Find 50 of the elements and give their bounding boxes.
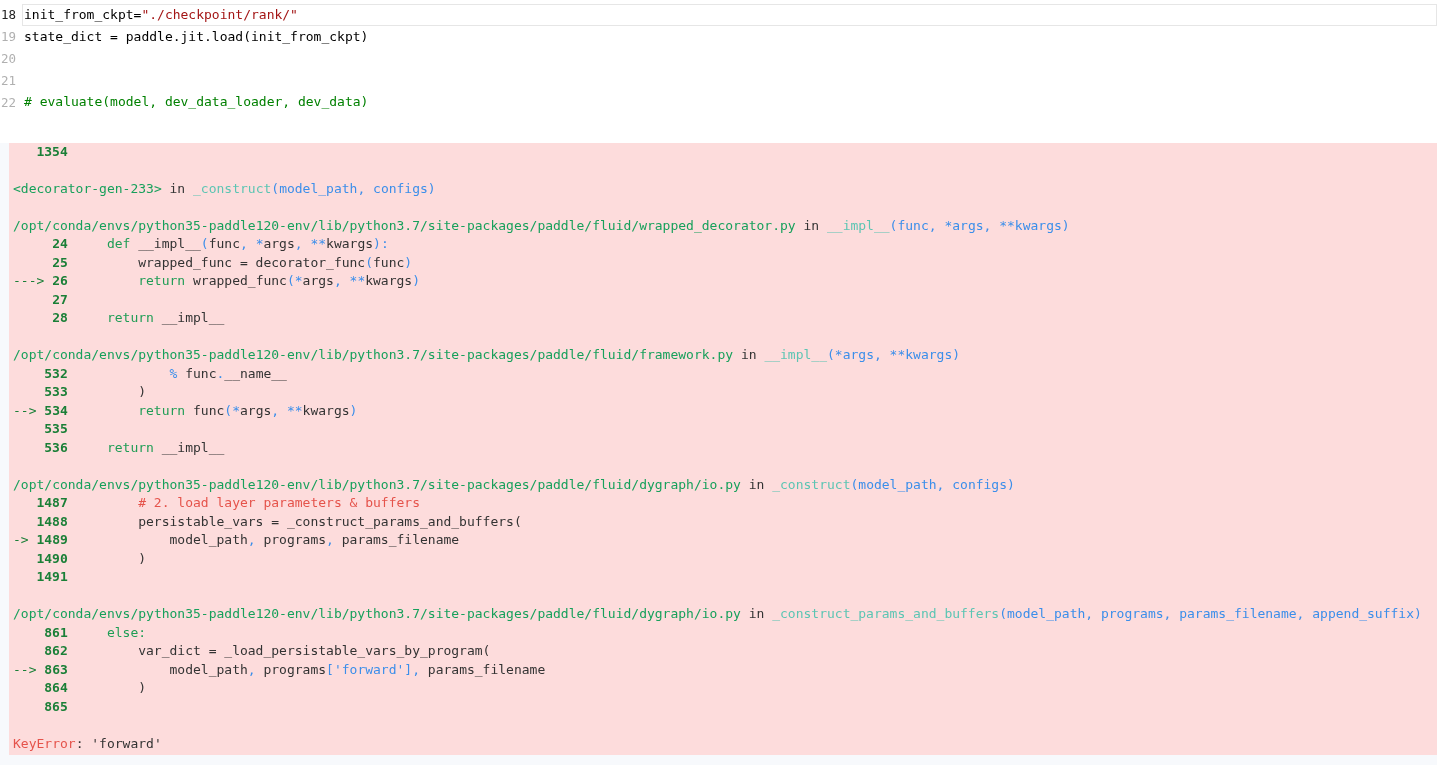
- traceback-header: /opt/conda/envs/python35-paddle120-env/lib/python3.7/site-packages/paddle/fluid/wrapped_decorator.py in __impl__(func, *args, **kwargs): [13, 217, 1070, 235]
- code-line: state_dict = paddle.jit.load(init_from_ckpt): [23, 27, 370, 46]
- line-number: 24: [51, 235, 68, 254]
- code-line: return func(*args, **kwargs): [137, 402, 358, 420]
- code-line: persistable_vars = _construct_params_and_buffers(: [137, 513, 522, 531]
- traceback-header: <decorator-gen-233> in _construct(model_path, configs): [13, 180, 436, 198]
- code-line: def __impl__(func, *args, **kwargs):: [105, 235, 389, 254]
- line-number: 1491: [35, 568, 68, 587]
- code-line: wrapped_func = decorator_func(func): [137, 254, 413, 272]
- line-number: ---> 26: [13, 272, 68, 291]
- line-number: 862: [43, 642, 68, 661]
- line-number: 21: [0, 72, 16, 88]
- line-number: 535: [43, 420, 68, 439]
- line-number: --> 863: [13, 661, 68, 679]
- code-line: else:: [105, 624, 147, 642]
- line-number: --> 534: [13, 402, 68, 420]
- line-number: 536: [43, 439, 68, 457]
- line-number: 25: [51, 254, 68, 272]
- code-line: return wrapped_func(*args, **kwargs): [137, 272, 420, 291]
- line-number: 19: [0, 29, 16, 45]
- line-number: 22: [0, 94, 16, 110]
- line-number: -> 1489: [13, 531, 68, 550]
- code-line: return __impl__: [105, 309, 225, 328]
- traceback-header: /opt/conda/envs/python35-paddle120-env/lib/python3.7/site-packages/paddle/fluid/dygraph/io.py in _construct(model_path, configs): [13, 476, 1015, 494]
- code-line: model_path, programs['forward'], params_filename: [168, 661, 546, 679]
- line-number: 1490: [35, 550, 68, 568]
- traceback-header: /opt/conda/envs/python35-paddle120-env/lib/python3.7/site-packages/paddle/fluid/dygraph/io.py in _construct_params_and_buffers(model_path, programs, params_filename, append_suffix): [13, 605, 1422, 624]
- line-number: 28: [51, 309, 68, 328]
- line-number: 20: [0, 51, 16, 66]
- line-number: 532: [43, 365, 68, 383]
- code-line: ): [137, 679, 147, 698]
- traceback-header: /opt/conda/envs/python35-paddle120-env/lib/python3.7/site-packages/paddle/fluid/framework.py in __impl__(*args, **kwargs): [13, 346, 961, 365]
- line-number: 1488: [35, 513, 68, 531]
- line-number: 1354: [35, 143, 68, 161]
- line-number: 865: [43, 698, 68, 716]
- code-line: var_dict = _load_persistable_vars_by_program(: [137, 642, 491, 661]
- error-message: KeyError: 'forward': [13, 735, 162, 753]
- line-number: 533: [43, 383, 68, 402]
- line-number: 27: [51, 291, 68, 309]
- line-number: 864: [43, 679, 68, 698]
- code-line: # 2. load layer parameters & buffers: [137, 494, 420, 513]
- code-line: # evaluate(model, dev_data_loader, dev_data): [23, 93, 370, 112]
- code-line: ): [137, 550, 147, 568]
- code-line: return __impl__: [105, 439, 225, 457]
- code-line: model_path, programs, params_filename: [168, 531, 460, 550]
- line-number: 18: [0, 7, 16, 23]
- line-number: 861: [43, 624, 68, 642]
- code-line: % func.__name__: [168, 365, 287, 383]
- line-number: 1487: [35, 494, 68, 513]
- code-line: ): [137, 383, 147, 402]
